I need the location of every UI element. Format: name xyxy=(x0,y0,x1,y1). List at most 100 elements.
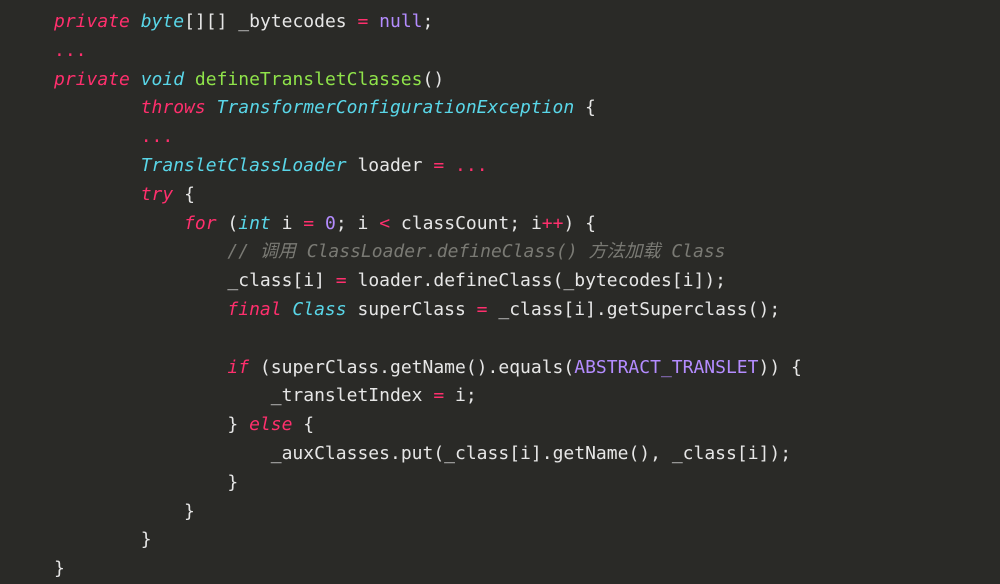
op-assign: = xyxy=(336,270,347,291)
keyword-private: private xyxy=(54,11,130,32)
parens: () xyxy=(628,443,650,464)
brackets: [][] xyxy=(184,11,227,32)
ident-loader: loader xyxy=(357,270,422,291)
paren-close: ); xyxy=(769,443,791,464)
ellipsis: ... xyxy=(141,126,174,147)
brace-close: } xyxy=(227,472,238,493)
brace-close: } xyxy=(227,414,238,435)
op-assign: = xyxy=(433,385,444,406)
ident-loader: loader xyxy=(357,155,422,176)
dot: . xyxy=(488,357,499,378)
code-block: private byte[][] _bytecodes = null; ... … xyxy=(0,0,1000,584)
ident-i: i xyxy=(748,443,759,464)
parens: (); xyxy=(748,299,781,320)
dot: . xyxy=(390,443,401,464)
ident-class: _class xyxy=(672,443,737,464)
brace-open: { xyxy=(791,357,802,378)
method-defineTransletClasses: defineTransletClasses xyxy=(195,69,423,90)
keyword-private: private xyxy=(54,69,130,90)
ident-i: i xyxy=(455,385,466,406)
dot: . xyxy=(423,270,434,291)
type-TransletClassLoader: TransletClassLoader xyxy=(141,155,347,176)
number-zero: 0 xyxy=(325,213,336,234)
keyword-try: try xyxy=(141,184,174,205)
brace-close: } xyxy=(54,558,65,579)
brace-open: { xyxy=(585,213,596,234)
keyword-if: if xyxy=(227,357,249,378)
op-assign: = xyxy=(477,299,488,320)
ident-i: i xyxy=(282,213,293,234)
ident-transletIndex: _transletIndex xyxy=(271,385,423,406)
semicolon: ; xyxy=(466,385,477,406)
semicolon: ; xyxy=(715,270,726,291)
type-TransformerConfigurationException: TransformerConfigurationException xyxy=(217,97,575,118)
ident-i: i xyxy=(574,299,585,320)
bracket: [ xyxy=(292,270,303,291)
paren-close: )) xyxy=(758,357,780,378)
bracket: [ xyxy=(509,443,520,464)
const-null: null xyxy=(379,11,422,32)
paren-close: ) xyxy=(704,270,715,291)
keyword-for: for xyxy=(184,213,217,234)
paren-open: ( xyxy=(227,213,238,234)
op-assign: = xyxy=(303,213,314,234)
paren-open: ( xyxy=(260,357,271,378)
dot: . xyxy=(379,357,390,378)
bracket: ] xyxy=(531,443,542,464)
ident-defineClass: defineClass xyxy=(433,270,552,291)
ident-i: i xyxy=(683,270,694,291)
bracket: ] xyxy=(693,270,704,291)
ident-put: put xyxy=(401,443,434,464)
ident-class: _class xyxy=(227,270,292,291)
type-int: int xyxy=(238,213,271,234)
ident-i: i xyxy=(303,270,314,291)
ellipsis: ... xyxy=(54,40,87,61)
ident-i: i xyxy=(358,213,369,234)
ident-getName: getName xyxy=(390,357,466,378)
dot: . xyxy=(596,299,607,320)
keyword-else: else xyxy=(249,414,292,435)
semicolon: ; xyxy=(336,213,347,234)
dot: . xyxy=(542,443,553,464)
brace-open: { xyxy=(585,97,596,118)
brace-close: } xyxy=(141,529,152,550)
ident-classCount: classCount xyxy=(401,213,509,234)
comma: , xyxy=(650,443,661,464)
ident-i: i xyxy=(520,443,531,464)
ident-auxClasses: _auxClasses xyxy=(271,443,390,464)
ident-superClass: superClass xyxy=(357,299,465,320)
keyword-final: final xyxy=(227,299,281,320)
type-Class: Class xyxy=(292,299,346,320)
paren-open: ( xyxy=(433,443,444,464)
ident-bytecodes: _bytecodes xyxy=(238,11,346,32)
bracket: ] xyxy=(759,443,770,464)
const-abstract-translet: ABSTRACT_TRANSLET xyxy=(574,357,758,378)
parens: () xyxy=(466,357,488,378)
type-void: void xyxy=(141,69,184,90)
op-lt: < xyxy=(379,213,390,234)
comment-defineClass: // 调用 ClassLoader.defineClass() 方法加载 Cla… xyxy=(227,241,725,262)
ident-superClass: superClass xyxy=(271,357,379,378)
bracket: ] xyxy=(585,299,596,320)
type-byte: byte xyxy=(141,11,184,32)
bracket: [ xyxy=(672,270,683,291)
brace-close: } xyxy=(184,501,195,522)
paren-open: ( xyxy=(553,270,564,291)
bracket: [ xyxy=(563,299,574,320)
bracket: [ xyxy=(737,443,748,464)
keyword-throws: throws xyxy=(141,97,206,118)
op-inc: ++ xyxy=(542,213,564,234)
ident-getSuperclass: getSuperclass xyxy=(607,299,748,320)
op-assign: = xyxy=(357,11,368,32)
semicolon: ; xyxy=(509,213,520,234)
bracket: ] xyxy=(314,270,325,291)
semicolon: ; xyxy=(423,11,434,32)
brace-open: { xyxy=(184,184,195,205)
ident-i: i xyxy=(531,213,542,234)
paren-open: ( xyxy=(563,357,574,378)
ident-bytecodes: _bytecodes xyxy=(563,270,671,291)
paren-close: ) xyxy=(563,213,574,234)
op-assign: = xyxy=(433,155,444,176)
ident-getName: getName xyxy=(553,443,629,464)
ident-class: _class xyxy=(498,299,563,320)
